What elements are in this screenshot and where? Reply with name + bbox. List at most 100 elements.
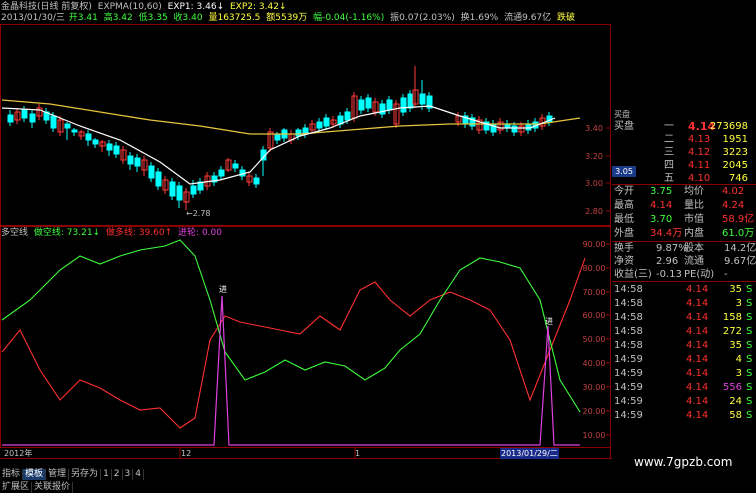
candle-body [295, 129, 302, 137]
trade-side: S [746, 396, 753, 407]
tab-related-quote[interactable]: 关联报价 [32, 482, 74, 493]
stat-value: 3.70 [650, 214, 673, 225]
trade-volume: 58 [729, 410, 742, 421]
price-axis: 3.40 3.20 3.00 2.80 [585, 124, 611, 216]
price-tick-label: 2.80 [585, 207, 603, 216]
stat-label: 净资 [614, 256, 634, 267]
trade-price: 4.14 [686, 326, 709, 337]
candle-body [106, 143, 113, 151]
trade-time: 14:58 [614, 312, 643, 323]
indicator-axis: 90.00 80.00 70.00 60.00 50.00 40.00 30.00 20.00… [583, 240, 611, 440]
stat-row: 最低 3.70 市值 58.9亿 [612, 213, 756, 227]
ask-row: 三 4.12 3223 [612, 146, 756, 159]
stat-label: 均价 [684, 186, 704, 197]
ask-prefix: 买盘 [614, 121, 634, 132]
ask-row: 买盘一 4.14 273698 [612, 120, 756, 133]
tab-4[interactable]: 4 [133, 469, 144, 480]
trade-price: 4.14 [686, 410, 709, 421]
candle-body [21, 109, 28, 119]
ask-level: 二 [664, 134, 674, 145]
stat-label: 量比 [684, 200, 704, 211]
candle-body [511, 125, 518, 133]
ask-volume: 273698 [709, 121, 748, 132]
candle-body [323, 117, 330, 127]
indicator-tick-label: 90.00 [583, 240, 606, 249]
signal-marker-1: 进 [219, 285, 227, 294]
tab-3[interactable]: 3 [123, 469, 134, 480]
trade-price: 4.14 [686, 312, 709, 323]
indicator-tick-label: 80.00 [583, 264, 606, 273]
stat-label: 换手 [614, 243, 634, 254]
trade-time: 14:58 [614, 284, 643, 295]
trade-price: 4.14 [686, 354, 709, 365]
stat-value: - [724, 269, 728, 280]
tab-extension[interactable]: 扩展区 [0, 482, 33, 493]
trade-row: 14:58 4.14 158 S [612, 311, 756, 325]
indicator-tick-label: 50.00 [583, 335, 606, 344]
time-axis [179, 448, 356, 458]
trade-time: 14:59 [614, 396, 643, 407]
stat-label: 市值 [684, 214, 704, 225]
indicator-tick-label: 20.00 [583, 407, 606, 416]
indicator-name[interactable]: 多空线 [1, 228, 28, 238]
trade-price: 4.14 [686, 396, 709, 407]
tab-save-as[interactable]: 另存为 [69, 469, 102, 480]
trade-price: 4.14 [686, 368, 709, 379]
trade-time: 14:58 [614, 326, 643, 337]
ask-price: 4.13 [688, 134, 711, 145]
trade-side: S [746, 312, 753, 323]
trade-time: 14:59 [614, 382, 643, 393]
ask-level: 三 [664, 147, 674, 158]
tab-1[interactable]: 1 [101, 469, 112, 480]
candle-body [365, 97, 372, 109]
ask-price: 4.12 [688, 147, 711, 158]
ask-row: 二 4.13 1951 [612, 133, 756, 146]
trade-row: 14:58 4.14 3 S [612, 297, 756, 311]
stat-value: 4.24 [722, 200, 745, 211]
trade-volume: 3 [735, 298, 742, 309]
stat-label: 最低 [614, 214, 634, 225]
trade-time: 14:59 [614, 368, 643, 379]
trade-price: 4.14 [686, 340, 709, 351]
candle-body [176, 185, 183, 201]
trade-price: 4.14 [686, 298, 709, 309]
trade-side: S [746, 326, 753, 337]
candle-body [92, 139, 99, 145]
trade-volume: 158 [722, 312, 742, 323]
stat-value: 14.2亿 [724, 243, 756, 254]
candlestick-series [7, 66, 553, 210]
indicator-line3: 进轮: 0.00 [178, 228, 222, 238]
tab-2[interactable]: 2 [112, 469, 123, 480]
indicator-tick-label: 70.00 [583, 288, 606, 297]
trade-price: 4.14 [686, 284, 709, 295]
bearish-line [1, 257, 586, 429]
trade-volume: 4 [735, 354, 742, 365]
trade-time: 14:59 [614, 410, 643, 421]
candle-body [190, 185, 197, 195]
indicator-tick-label: 40.00 [583, 359, 606, 368]
time-label-jan: 1 [355, 449, 361, 458]
candle-body [344, 111, 351, 121]
stat-label: 外盘 [614, 228, 634, 239]
stat2-row: 收益(三) -0.13 PE(动) - [612, 268, 756, 281]
candle-body [127, 155, 134, 165]
trade-row: 14:58 4.14 35 S [612, 283, 756, 297]
indicator-line2: 做多线: 39.60↑ [105, 228, 173, 238]
ask-row: 四 4.11 2045 [612, 159, 756, 172]
stat-label: 流通 [684, 256, 704, 267]
stat-label: 股本 [684, 243, 704, 254]
time-label-year: 2012年 [4, 449, 33, 458]
candle-body [525, 123, 532, 131]
stat-label: 今开 [614, 186, 634, 197]
bottom-tabs-2: 扩展区 关联报价 [0, 474, 74, 493]
quote-panel: 买盘一 4.14 273698 二 4.13 1951 三 4.12 3223 四 4.11 2045… [612, 110, 756, 460]
stat-value: 58.9亿 [722, 214, 755, 225]
stat-value: 3.75 [650, 186, 673, 197]
trade-time: 14:58 [614, 298, 643, 309]
candle-body [113, 145, 120, 155]
time-label-dec: 12 [181, 449, 192, 458]
stat-value: 4.14 [650, 200, 673, 211]
candle-body [29, 113, 36, 123]
trade-volume: 3 [735, 368, 742, 379]
low-marker-value: 2.78 [192, 209, 211, 218]
